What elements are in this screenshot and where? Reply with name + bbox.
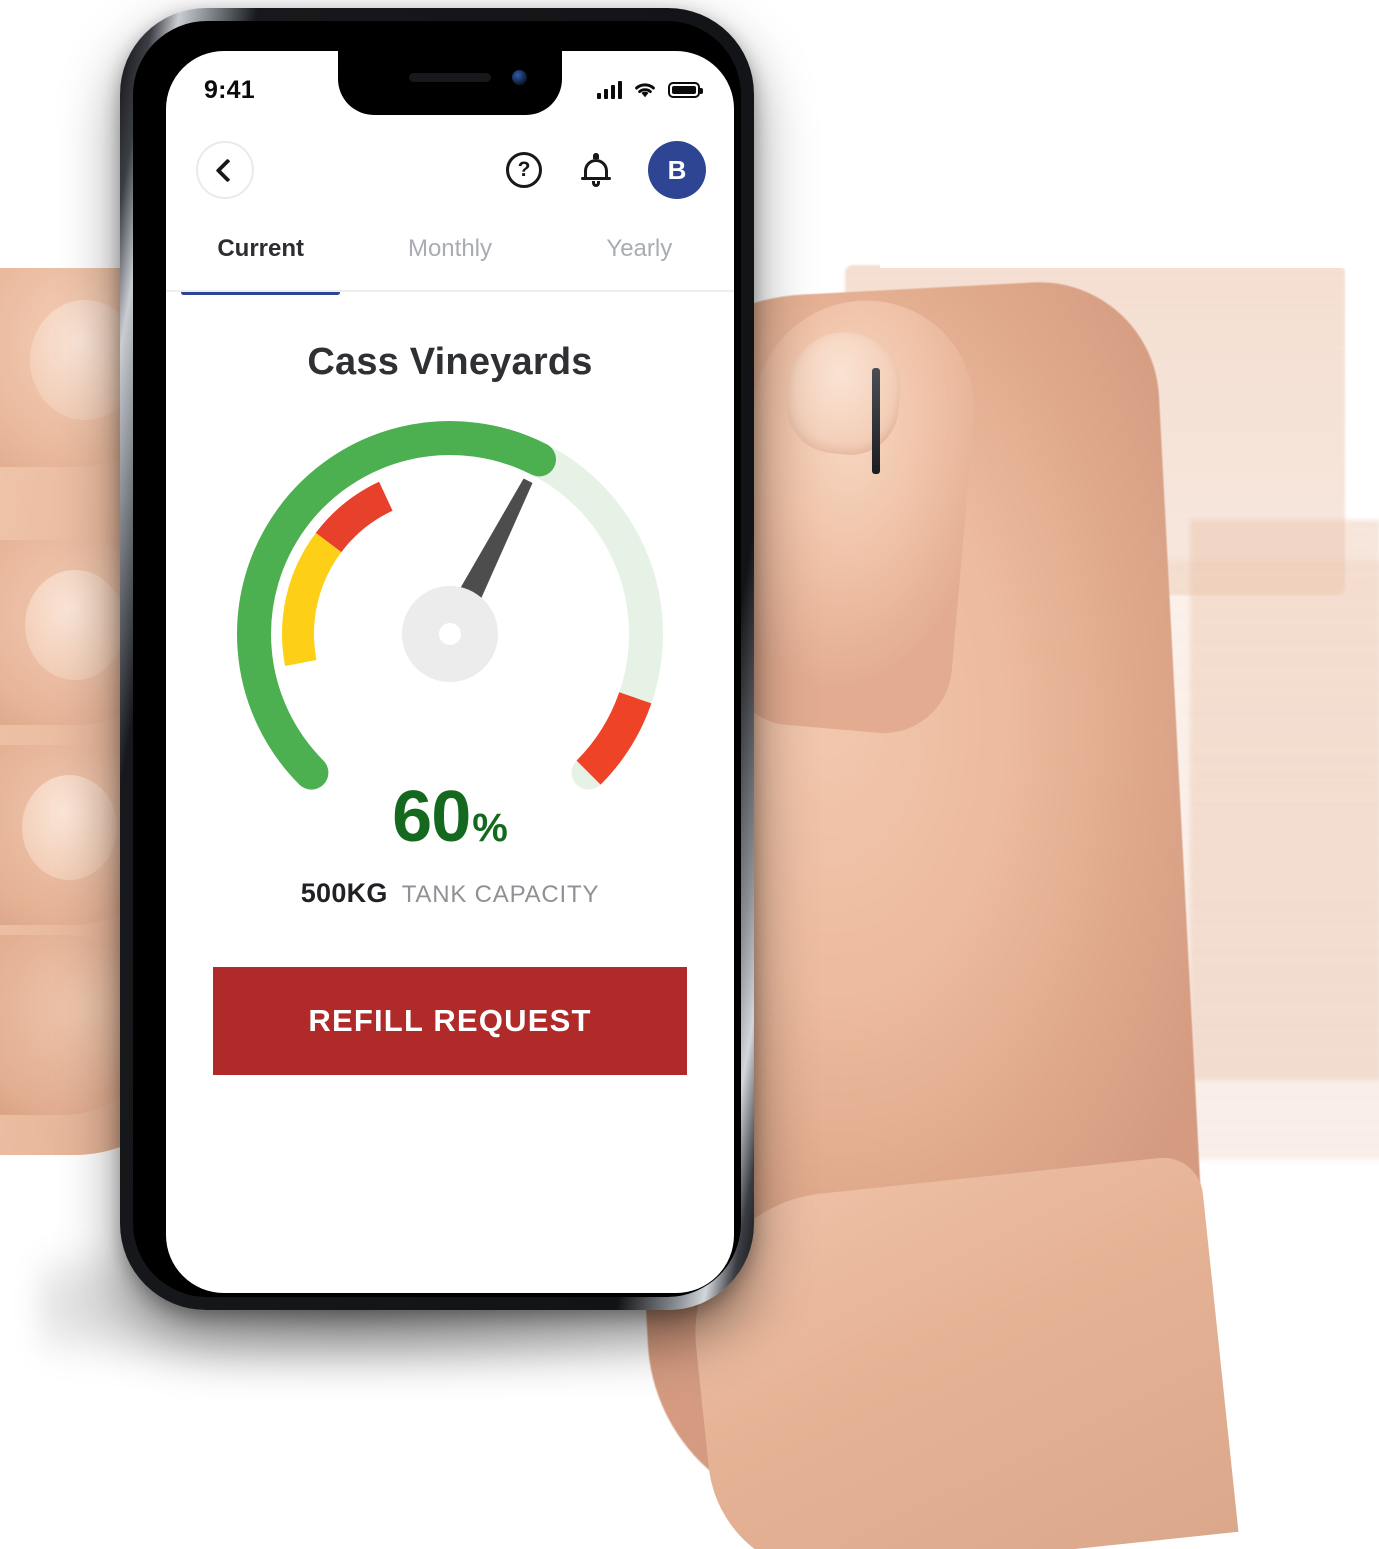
power-button[interactable] bbox=[872, 368, 880, 474]
page-title: Cass Vineyards bbox=[307, 341, 593, 383]
tank-capacity-label: TANK CAPACITY bbox=[401, 881, 600, 908]
tab-yearly-label: Yearly bbox=[606, 235, 673, 262]
main-content: Cass Vineyards 60 % 500KG TANK CAPACITY … bbox=[166, 301, 734, 1293]
phone-bezel: 9:41 ? B Current Monthly Yearly Cass Vin… bbox=[133, 21, 741, 1297]
phone-frame: 9:41 ? B Current Monthly Yearly Cass Vin… bbox=[120, 8, 880, 1310]
refill-request-button[interactable]: REFILL REQUEST bbox=[213, 967, 687, 1075]
status-icons bbox=[597, 81, 703, 99]
tank-capacity-value: 500KG bbox=[300, 878, 388, 908]
tab-current-label: Current bbox=[217, 235, 304, 262]
status-time: 9:41 bbox=[204, 75, 255, 104]
notifications-button[interactable] bbox=[576, 150, 616, 190]
gauge-value-number: 60 bbox=[392, 777, 471, 857]
tabs-divider bbox=[166, 290, 734, 292]
phone-screen: 9:41 ? B Current Monthly Yearly Cass Vin… bbox=[166, 51, 734, 1293]
status-bar: 9:41 bbox=[166, 51, 734, 115]
chevron-left-icon bbox=[215, 157, 240, 183]
cellular-bars-icon bbox=[597, 81, 622, 99]
tank-capacity: 500KG TANK CAPACITY bbox=[166, 878, 734, 909]
help-button[interactable]: ? bbox=[504, 150, 544, 190]
wifi-icon bbox=[635, 83, 655, 98]
gauge-value-percent: % bbox=[472, 806, 508, 850]
tank-level-gauge: 60 % bbox=[200, 406, 700, 876]
avatar[interactable]: B bbox=[648, 141, 706, 199]
tab-current[interactable]: Current bbox=[166, 227, 355, 295]
tab-monthly[interactable]: Monthly bbox=[355, 227, 544, 295]
gauge-hub-dot bbox=[439, 622, 461, 645]
back-button[interactable] bbox=[196, 141, 254, 199]
period-tabs: Current Monthly Yearly bbox=[166, 227, 734, 295]
screenshot-root: 9:41 ? B Current Monthly Yearly Cass Vin… bbox=[0, 0, 1379, 1549]
avatar-initial: B bbox=[667, 154, 687, 185]
tab-yearly[interactable]: Yearly bbox=[545, 227, 734, 295]
tab-monthly-label: Monthly bbox=[407, 235, 493, 262]
battery-full-icon bbox=[668, 82, 703, 98]
app-header-actions: ? B bbox=[504, 141, 706, 199]
gauge-value: 60 % bbox=[392, 776, 508, 858]
question-mark-circle-icon: ? bbox=[506, 152, 542, 188]
bell-icon bbox=[581, 153, 611, 187]
app-header: ? B bbox=[166, 115, 734, 225]
